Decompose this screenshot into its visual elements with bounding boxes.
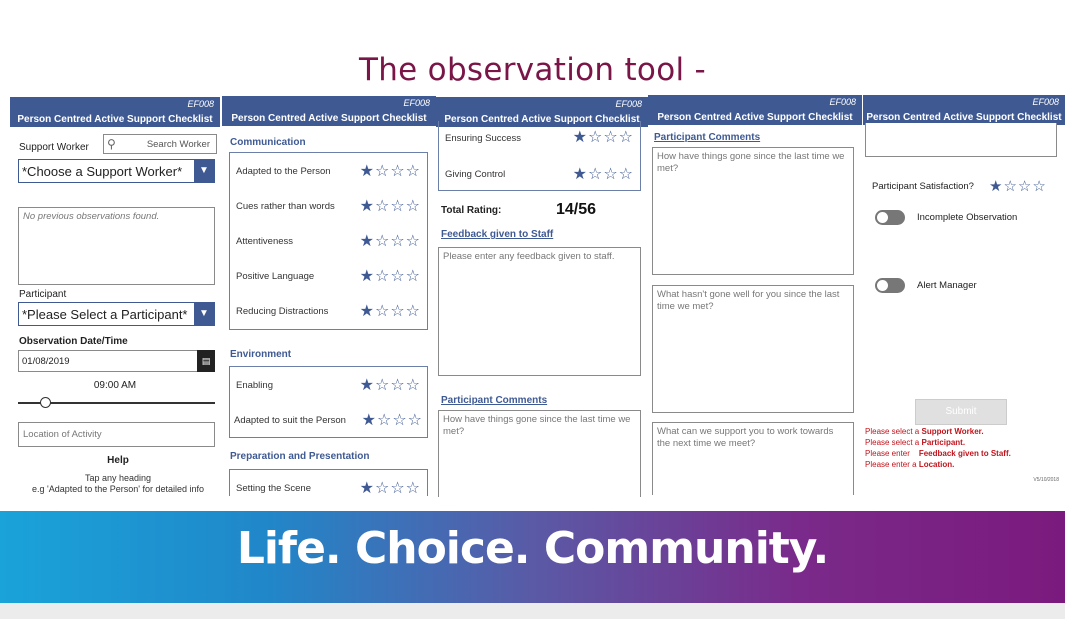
time-slider[interactable] [18,397,215,408]
date-label: Observation Date/Time [19,336,128,347]
support-worker-label: Support Worker [19,142,89,153]
footer-strip [0,603,1065,619]
chevron-down-icon[interactable]: ▼ [194,303,214,325]
rating-row[interactable]: Positive Language ★☆☆☆ [230,258,427,293]
rating-row[interactable]: Enabling ★☆☆☆ [230,367,427,402]
alert-manager-toggle[interactable] [875,278,905,293]
location-input[interactable]: Location of Activity [18,422,215,447]
error-message: Please enter a Location. [865,460,955,469]
submit-button[interactable]: Submit [915,399,1007,425]
panel-communication: EF008 Person Centred Active Support Chec… [222,96,436,496]
rating-row[interactable]: Cues rather than words ★☆☆☆ [230,188,427,223]
rating-row[interactable]: Adapted to suit the Person ★☆☆☆ [230,402,427,437]
chevron-down-icon[interactable]: ▼ [194,160,214,182]
satisfaction-label: Participant Satisfaction? [872,181,974,192]
form-code: EF008 [187,99,214,109]
feedback-textarea[interactable]: Please enter any feedback given to staff… [438,247,641,376]
satisfaction-star-rating[interactable]: ★☆☆☆ [989,177,1047,195]
section-communication[interactable]: Communication [230,137,306,148]
version-label: V5/10/2018 [1033,477,1059,483]
rating-row[interactable]: Attentiveness ★☆☆☆ [230,223,427,258]
participant-label: Participant [19,289,67,300]
star-rating[interactable]: ★☆☆☆ [360,478,421,496]
participant-comments-heading[interactable]: Participant Comments [654,132,760,143]
star-rating[interactable]: ★☆☆☆ [360,231,421,250]
star-rating[interactable]: ★☆☆☆ [360,266,421,285]
error-message: Please select a Support Worker. [865,427,984,436]
time-value: 09:00 AM [93,380,137,391]
calendar-icon[interactable]: ▤ [197,350,215,372]
control-group: Ensuring Success ★☆☆☆ Giving Control ★☆☆… [438,121,641,191]
participant-dropdown[interactable]: *Please Select a Participant* ▼ [18,302,215,326]
rating-row[interactable]: Giving Control ★☆☆☆ [439,156,640,191]
section-environment[interactable]: Environment [230,349,291,360]
communication-group: Adapted to the Person ★☆☆☆ Cues rather t… [229,152,428,330]
alert-manager-label: Alert Manager [917,280,977,291]
star-rating[interactable]: ★☆☆☆ [360,301,421,320]
form-title: Person Centred Active Support Checklist [17,114,213,125]
comments-question-2[interactable]: What hasn't gone well for you since the … [652,285,854,413]
star-rating[interactable]: ★☆☆☆ [360,161,421,180]
comments-question-1[interactable]: How have things gone since the last time… [652,147,854,275]
rating-row[interactable]: Ensuring Success ★☆☆☆ [439,121,640,156]
panel-worker-details: EF008 Person Centred Active Support Chec… [10,97,220,497]
form-header: EF008 Person Centred Active Support Chec… [648,95,862,125]
rating-row[interactable]: Reducing Distractions ★☆☆☆ [230,293,427,328]
feedback-heading[interactable]: Feedback given to Staff [441,229,553,240]
panel-participant-comments: EF008 Person Centred Active Support Chec… [648,95,862,495]
notes-textarea[interactable] [865,123,1057,157]
banner-tagline: Life. Choice. Community. [236,523,829,574]
slide-title: The observation tool - [358,52,707,88]
environment-group: Enabling ★☆☆☆ Adapted to suit the Person… [229,366,428,438]
section-preparation[interactable]: Preparation and Presentation [230,451,369,462]
star-rating[interactable]: ★☆☆☆ [573,127,634,146]
participant-comments-textarea[interactable]: How have things gone since the last time… [438,410,641,497]
rating-row[interactable]: Setting the Scene ★☆☆☆ [230,470,427,496]
search-worker-input[interactable]: ⚲ Search Worker [103,134,217,154]
error-message: Please enter Feedback given to Staff. [865,449,1011,458]
tagline-banner: Life. Choice. Community. [0,505,1065,615]
rating-row[interactable]: Adapted to the Person ★☆☆☆ [230,153,427,188]
incomplete-observation-toggle[interactable] [875,210,905,225]
form-header: EF008 Person Centred Active Support Chec… [222,96,436,126]
help-heading: Help [107,455,129,466]
search-icon: ⚲ [107,137,116,151]
preparation-group: Setting the Scene ★☆☆☆ [229,469,428,496]
form-header: EF008 Person Centred Active Support Chec… [10,97,220,127]
star-rating[interactable]: ★☆☆☆ [362,410,423,429]
error-message: Please select a Participant. [865,438,966,447]
support-worker-dropdown[interactable]: *Choose a Support Worker* ▼ [18,159,215,183]
incomplete-observation-label: Incomplete Observation [917,212,1018,223]
form-header: EF008 Person Centred Active Support Chec… [863,95,1065,125]
star-rating[interactable]: ★☆☆☆ [573,164,634,183]
star-rating[interactable]: ★☆☆☆ [360,375,421,394]
panel-submit: EF008 Person Centred Active Support Chec… [863,95,1065,495]
star-rating[interactable]: ★☆☆☆ [360,196,421,215]
total-rating-value: 14/56 [556,201,597,218]
help-line2: e.g 'Adapted to the Person' for detailed… [31,484,205,494]
panel-rating-feedback: EF008 Person Centred Active Support Chec… [436,97,648,497]
date-picker[interactable]: 01/08/2019 ▤ [18,350,215,372]
total-rating-label: Total Rating: [441,205,502,216]
participant-comments-heading[interactable]: Participant Comments [441,395,547,406]
previous-observations-box: No previous observations found. [18,207,215,285]
slider-handle[interactable] [40,397,51,408]
comments-question-3[interactable]: What can we support you to work towards … [652,422,854,495]
help-line1: Tap any heading [84,473,152,483]
